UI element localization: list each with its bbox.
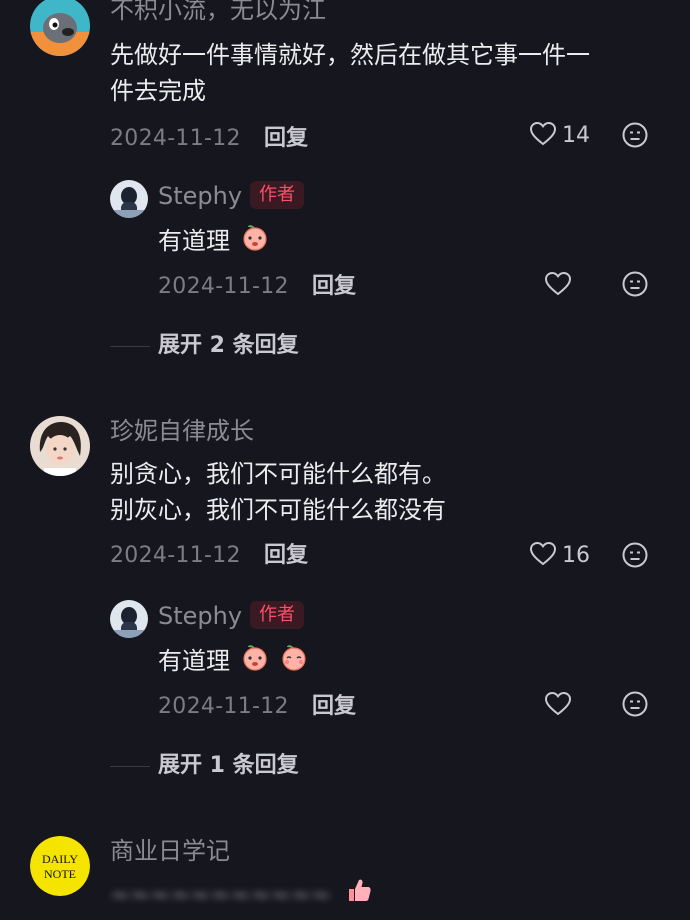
comment-text-line: 别灰心，我们不可能什么都没有	[110, 496, 446, 524]
heart-icon	[529, 121, 557, 150]
reply-text: 有道理	[158, 642, 309, 682]
reply-button[interactable]: 回复	[264, 128, 308, 150]
reply-text-content: 有道理	[158, 227, 230, 255]
comment-date: 2024-11-12	[110, 126, 241, 151]
dislike-face-icon	[622, 542, 648, 572]
reply-button[interactable]: 回复	[312, 276, 356, 298]
svg-text:DAILY: DAILY	[42, 852, 78, 866]
comment-text-line: 别贪心，我们不可能什么都有。	[110, 460, 446, 488]
heart-icon	[544, 271, 572, 300]
avatar[interactable]	[30, 0, 90, 56]
dislike-face-icon	[622, 122, 648, 152]
svg-text:NOTE: NOTE	[44, 867, 76, 881]
avatar[interactable]	[110, 600, 148, 638]
author-badge: 作者	[250, 181, 304, 209]
avatar[interactable]	[110, 180, 148, 218]
avatar[interactable]: DAILY NOTE	[30, 836, 90, 896]
like-button[interactable]: 14	[529, 121, 590, 150]
expand-divider	[110, 346, 150, 347]
dislike-button[interactable]	[622, 122, 648, 152]
blurred-text: ~~~~~~~~~~~	[110, 881, 332, 909]
dislike-button[interactable]	[622, 691, 648, 721]
dislike-button[interactable]	[622, 542, 648, 572]
comment-text-line: 件去完成	[110, 77, 206, 105]
reply-button[interactable]: 回复	[264, 545, 308, 567]
comment-date: 2024-11-12	[110, 543, 241, 568]
expand-replies-button[interactable]: 展开 1 条回复	[158, 755, 299, 777]
comment-text-blurred: ~~~~~~~~~~~	[110, 876, 373, 914]
comment-username[interactable]: 商业日学记	[110, 839, 230, 863]
reply-button[interactable]: 回复	[312, 696, 356, 718]
comment-section: 不积小流，无以为江 先做好一件事情就好，然后在做其它事一件一 件去完成 2024…	[0, 0, 690, 920]
avatar[interactable]	[30, 416, 90, 476]
reply-date: 2024-11-12	[158, 694, 289, 719]
heart-icon	[529, 541, 557, 570]
thumbs-up-emoji	[345, 876, 373, 914]
comment-username[interactable]: 不积小流，无以为江	[110, 0, 326, 22]
peach-emoji	[240, 222, 270, 262]
comment-text-line: 先做好一件事情就好，然后在做其它事一件一	[110, 41, 590, 69]
like-count: 16	[562, 543, 590, 568]
like-button[interactable]: 16	[529, 541, 590, 570]
reply-text: 有道理	[158, 222, 270, 262]
dislike-face-icon	[622, 691, 648, 721]
dislike-face-icon	[622, 271, 648, 301]
like-count: 14	[562, 123, 590, 148]
author-badge: 作者	[250, 601, 304, 629]
peach-emoji	[279, 642, 309, 682]
comment-username[interactable]: 珍妮自律成长	[110, 419, 254, 443]
reply-username[interactable]: Stephy	[158, 604, 242, 628]
reply-date: 2024-11-12	[158, 274, 289, 299]
expand-divider	[110, 766, 150, 767]
reply-username[interactable]: Stephy	[158, 184, 242, 208]
reply-text-content: 有道理	[158, 647, 230, 675]
expand-replies-button[interactable]: 展开 2 条回复	[158, 335, 299, 357]
dislike-button[interactable]	[622, 271, 648, 301]
like-button[interactable]	[544, 271, 572, 300]
peach-emoji	[240, 642, 270, 682]
heart-icon	[544, 691, 572, 720]
like-button[interactable]	[544, 691, 572, 720]
